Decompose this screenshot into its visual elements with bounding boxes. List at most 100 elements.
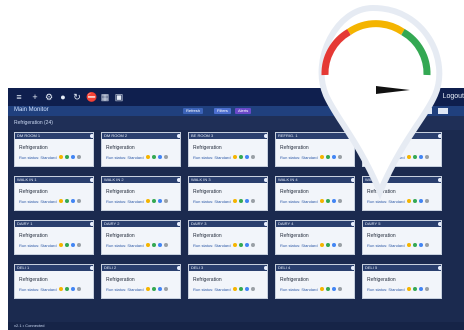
- info-icon[interactable]: [264, 222, 267, 226]
- menu-icon[interactable]: ≡: [14, 92, 24, 102]
- filters-button[interactable]: Filters: [214, 108, 231, 114]
- sun-icon: [320, 199, 324, 203]
- card-header: DAIRY 1: [15, 221, 93, 227]
- sun-icon: [320, 155, 324, 159]
- water-icon: [419, 287, 423, 291]
- fan-icon: [164, 287, 168, 291]
- group-header: Refrigeration (24): [8, 116, 464, 130]
- leaf-icon: [326, 155, 330, 159]
- case-card[interactable]: WALK IN 2 Refrigeration Run status: Standa…: [101, 176, 181, 211]
- leaf-icon: [239, 287, 243, 291]
- status-icons: [59, 243, 81, 247]
- status-icons: [407, 155, 429, 159]
- card-status: Run status: Standard: [19, 199, 57, 204]
- card-header: WALK IN 2: [102, 177, 180, 183]
- case-card[interactable]: WALK IN 3 Refrigeration Run status: Standa…: [188, 176, 268, 211]
- leaf-icon: [152, 199, 156, 203]
- case-card[interactable]: DELI 1 Refrigeration Run status: Standard: [14, 264, 94, 299]
- card-header: FREEZER 1: [363, 133, 441, 139]
- info-icon[interactable]: [438, 266, 441, 270]
- case-card[interactable]: WALK IN 1 Refrigeration Run status: Standa…: [14, 176, 94, 211]
- calendar-icon[interactable]: ▦: [100, 92, 110, 102]
- status-icons: [146, 155, 168, 159]
- case-card[interactable]: DAIRY 5 Refrigeration Run status: Standard: [362, 220, 442, 255]
- grid-icon[interactable]: ▣: [114, 92, 124, 102]
- info-icon[interactable]: [438, 222, 441, 226]
- info-icon[interactable]: [438, 178, 441, 182]
- info-icon[interactable]: [177, 178, 180, 182]
- case-card[interactable]: DAIRY 2 Refrigeration Run status: Standard: [101, 220, 181, 255]
- footer-bar: v2.1 • Connected: [8, 322, 464, 330]
- toggle-2[interactable]: [438, 108, 448, 114]
- leaf-icon: [413, 199, 417, 203]
- add-icon[interactable]: +: [30, 92, 40, 102]
- case-card[interactable]: WALK IN 4 Refrigeration Run status: Standa…: [275, 176, 355, 211]
- fan-icon: [425, 199, 429, 203]
- sun-icon: [320, 243, 324, 247]
- settings-icon[interactable]: ⚙: [44, 92, 54, 102]
- sun-icon: [59, 287, 63, 291]
- sun-icon: [146, 155, 150, 159]
- leaf-icon: [239, 243, 243, 247]
- info-icon[interactable]: [177, 222, 180, 226]
- info-icon[interactable]: [264, 178, 267, 182]
- case-card[interactable]: DAIRY 3 Refrigeration Run status: Standard: [188, 220, 268, 255]
- user-icon[interactable]: ●: [58, 92, 68, 102]
- case-card[interactable]: REFRIG. 1 Refrigeration Run status: Standa…: [275, 132, 355, 167]
- case-card[interactable]: BE ROOM 3 Refrigeration Run status: Standa…: [188, 132, 268, 167]
- water-icon: [158, 155, 162, 159]
- info-icon[interactable]: [90, 222, 93, 226]
- info-icon[interactable]: [264, 134, 267, 138]
- card-status: Run status: Standard: [280, 199, 318, 204]
- leaf-icon: [413, 243, 417, 247]
- case-card[interactable]: WALK IN 5 Refrigeration Run status: Standa…: [362, 176, 442, 211]
- case-card[interactable]: FREEZER 1 Refrigeration Run status: Standa…: [362, 132, 442, 167]
- fan-icon: [425, 243, 429, 247]
- info-icon[interactable]: [351, 134, 354, 138]
- case-card[interactable]: DAIRY 4 Refrigeration Run status: Standard: [275, 220, 355, 255]
- info-icon[interactable]: [177, 266, 180, 270]
- water-icon: [332, 199, 336, 203]
- refresh-button[interactable]: Refresh: [183, 108, 204, 114]
- status-icons: [233, 243, 255, 247]
- card-header: DAIRY 2: [102, 221, 180, 227]
- card-status: Run status: Standard: [280, 155, 318, 160]
- card-header: BE ROOM 3: [189, 133, 267, 139]
- card-header: DAIRY 4: [276, 221, 354, 227]
- refresh-icon[interactable]: ↻: [72, 92, 82, 102]
- info-icon[interactable]: [264, 266, 267, 270]
- water-icon: [332, 287, 336, 291]
- status-icons: [146, 287, 168, 291]
- alerts-button[interactable]: Alerts: [235, 108, 252, 114]
- case-card[interactable]: DELI 3 Refrigeration Run status: Standard: [188, 264, 268, 299]
- case-card[interactable]: DAIRY 1 Refrigeration Run status: Standard: [14, 220, 94, 255]
- info-icon[interactable]: [90, 178, 93, 182]
- fan-icon: [77, 199, 81, 203]
- status-icons: [59, 155, 81, 159]
- leaf-icon: [65, 287, 69, 291]
- case-card[interactable]: DELI 2 Refrigeration Run status: Standard: [101, 264, 181, 299]
- status-icons: [146, 199, 168, 203]
- info-icon[interactable]: [177, 134, 180, 138]
- water-icon: [332, 243, 336, 247]
- leaf-icon: [152, 155, 156, 159]
- case-card[interactable]: DELI 4 Refrigeration Run status: Standard: [275, 264, 355, 299]
- info-icon[interactable]: [351, 178, 354, 182]
- case-card[interactable]: DELI 5 Refrigeration Run status: Standard: [362, 264, 442, 299]
- fan-icon: [338, 199, 342, 203]
- info-icon[interactable]: [351, 222, 354, 226]
- info-icon[interactable]: [351, 266, 354, 270]
- case-card[interactable]: DM ROOM 2 Refrigeration Run status: Standa…: [101, 132, 181, 167]
- fan-icon: [251, 155, 255, 159]
- logout-button[interactable]: Logout: [443, 93, 464, 100]
- toggle-1[interactable]: [422, 108, 432, 114]
- info-icon[interactable]: [90, 134, 93, 138]
- card-name: Refrigeration: [280, 233, 309, 239]
- card-header: WALK IN 1: [15, 177, 93, 183]
- info-icon[interactable]: [438, 134, 441, 138]
- leaf-icon: [65, 155, 69, 159]
- case-card[interactable]: DM ROOM 1 Refrigeration Run status: Standa…: [14, 132, 94, 167]
- alarm-icon[interactable]: ⛔: [86, 92, 97, 102]
- status-icons: [146, 243, 168, 247]
- info-icon[interactable]: [90, 266, 93, 270]
